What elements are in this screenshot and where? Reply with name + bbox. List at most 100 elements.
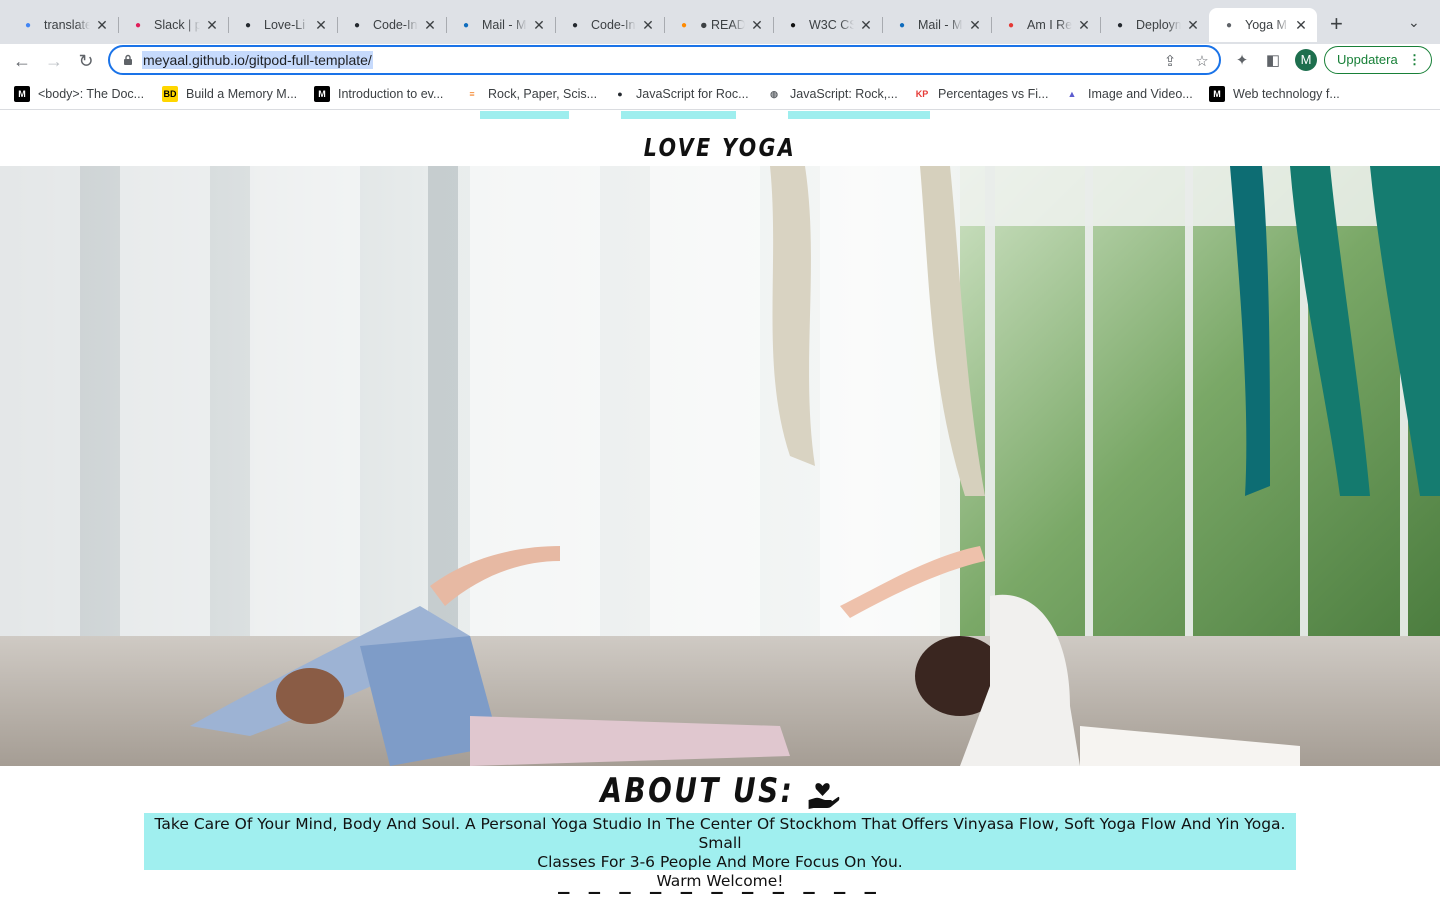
bookmark-label: Web technology f... (1233, 87, 1340, 101)
tab-search-chevron-icon[interactable]: ⌄ (1408, 14, 1420, 31)
tab-title: Mail - M (482, 18, 527, 32)
bookmark-label: Percentages vs Fi... (938, 87, 1049, 101)
bookmark-item[interactable]: ▲ Image and Video... (1064, 86, 1193, 102)
bookmark-item[interactable]: M <body>: The Doc... (14, 86, 144, 102)
gitpod-icon: ● (680, 19, 688, 31)
bookmark-item[interactable]: M Web technology f... (1209, 86, 1340, 102)
browser-toolbar: ← → ↻ meyaal.github.io/gitpod-full-templ… (0, 44, 1440, 78)
bookmark-item[interactable]: ≡ Rock, Paper, Scis... (464, 86, 597, 102)
github-icon: ● (617, 89, 623, 99)
browser-tab[interactable]: ● Slack | p ✕ (118, 8, 229, 42)
bookmark-star-icon[interactable]: ☆ (1193, 52, 1211, 70)
close-tab-icon[interactable]: ✕ (313, 17, 329, 34)
browser-tab[interactable]: ● Mail - M ✕ (882, 8, 992, 42)
tab-title: Slack | p (154, 18, 200, 32)
close-tab-icon[interactable]: ✕ (640, 17, 656, 34)
mdn-icon: M (14, 86, 30, 102)
bookmark-item[interactable]: M Introduction to ev... (314, 86, 443, 102)
forward-arrow-icon[interactable]: → (41, 48, 67, 74)
close-tab-icon[interactable]: ✕ (1185, 17, 1201, 34)
browser-tab[interactable]: ● Am I Re ✕ (991, 8, 1101, 42)
tab-title: translate (44, 18, 90, 32)
close-tab-icon[interactable]: ✕ (858, 17, 874, 34)
globe-icon: ● (1225, 19, 1233, 31)
bookmark-item[interactable]: KP Percentages vs Fi... (914, 86, 1049, 102)
close-tab-icon[interactable]: ✕ (1293, 17, 1309, 34)
bookmark-label: Rock, Paper, Scis... (488, 87, 598, 101)
kp-icon: KP (915, 89, 929, 99)
tab-title: Mail - M (918, 18, 963, 32)
tab-title: ● READ (700, 18, 745, 32)
about-heading-text: ABOUT US: (600, 771, 794, 811)
new-tab-button[interactable]: + (1330, 13, 1343, 35)
next-section-heading-cutoff: ‾ ‾ ‾ ‾ ‾ ‾ ‾ ‾ ‾ ‾ ‾ (0, 890, 1440, 900)
nav-link-home[interactable] (480, 111, 569, 119)
bookmark-item[interactable]: ● JavaScript for Roc... (612, 86, 749, 102)
browser-tab[interactable]: ● translate ✕ (8, 8, 119, 42)
browser-tab[interactable]: ● Mail - M ✕ (446, 8, 556, 42)
tab-title: Code-In (591, 18, 636, 32)
bookmark-label: Image and Video... (1088, 87, 1193, 101)
stackoverflow-icon: ≡ (469, 89, 475, 99)
update-button[interactable]: Uppdatera ⋮ (1324, 46, 1432, 74)
close-tab-icon[interactable]: ✕ (94, 17, 110, 34)
bookmark-label: JavaScript: Rock,... (790, 87, 898, 101)
menu-kebab-icon: ⋮ (1408, 52, 1421, 67)
about-text-line-2: Classes For 3-6 People And More Focus On… (537, 853, 903, 871)
update-label: Uppdatera (1337, 52, 1398, 67)
tab-title: Code-In (373, 18, 418, 32)
slack-icon: ● (134, 19, 142, 31)
bookmark-item[interactable]: ◍ JavaScript: Rock,... (766, 86, 898, 102)
heart-in-hand-icon (808, 783, 840, 809)
browser-tab[interactable]: ● Love-Li ✕ (228, 8, 338, 42)
side-panel-icon[interactable]: ◧ (1262, 50, 1284, 72)
close-tab-icon[interactable]: ✕ (1076, 17, 1092, 34)
profile-avatar[interactable]: M (1295, 49, 1317, 71)
about-text-line-1: Take Care Of Your Mind, Body And Soul. A… (154, 815, 1286, 852)
outlook-icon: ● (462, 19, 470, 31)
site-title: LOVE YOGA (643, 133, 797, 162)
back-arrow-icon[interactable]: ← (9, 48, 35, 74)
about-heading: ABOUT US: (0, 771, 1440, 811)
share-icon[interactable]: ⇪ (1161, 52, 1179, 70)
nav-link-classes[interactable] (621, 111, 736, 119)
globe-icon: ◍ (770, 88, 778, 99)
mdn-icon: M (314, 86, 330, 102)
extensions-puzzle-icon[interactable]: ✦ (1231, 50, 1253, 72)
close-tab-icon[interactable]: ✕ (967, 17, 983, 34)
hero-image (0, 166, 1440, 766)
github-icon: ● (244, 19, 252, 31)
reload-icon[interactable]: ↻ (73, 48, 99, 74)
amiresponsive-icon: ● (1007, 19, 1015, 31)
nav-link-contact[interactable] (788, 111, 930, 119)
tab-title: W3C CS (809, 18, 854, 32)
close-tab-icon[interactable]: ✕ (422, 17, 438, 34)
github-icon: ● (1116, 19, 1124, 31)
browser-tab[interactable]: ● W3C CS ✕ (773, 8, 883, 42)
bookmark-label: <body>: The Doc... (38, 87, 145, 101)
url-text[interactable]: meyaal.github.io/gitpod-full-template/ (142, 51, 373, 69)
w3c-icon: ● (789, 19, 797, 31)
close-tab-icon[interactable]: ✕ (749, 17, 765, 34)
close-tab-icon[interactable]: ✕ (204, 17, 220, 34)
bookmark-item[interactable]: BD Build a Memory M... (162, 86, 297, 102)
tab-strip: ● translate ✕ ● Slack | p ✕ ● Love-Li ✕ ● Code-In ✕… (0, 0, 1440, 44)
browser-tab[interactable]: ● Yoga M ✕ (1209, 8, 1317, 42)
close-tab-icon[interactable]: ✕ (531, 17, 547, 34)
image-icon: ▲ (1067, 89, 1077, 99)
tab-title: Am I Re (1027, 18, 1072, 32)
address-bar[interactable]: meyaal.github.io/gitpod-full-template/ ⇪… (108, 45, 1221, 75)
github-icon: ● (353, 19, 361, 31)
mdn-icon: M (1209, 86, 1225, 102)
github-icon: ● (571, 19, 579, 31)
tab-title: Love-Li (264, 18, 305, 32)
browser-tab[interactable]: ● Deploym ✕ (1100, 8, 1209, 42)
browser-tab[interactable]: ● Code-In ✕ (337, 8, 447, 42)
about-text-box: Take Care Of Your Mind, Body And Soul. A… (144, 813, 1296, 890)
browser-tab[interactable]: ● Code-In ✕ (555, 8, 665, 42)
about-text-line-3: Warm Welcome! (656, 872, 784, 890)
outlook-icon: ● (898, 19, 906, 31)
browser-tab[interactable]: ● ● READ ✕ (664, 8, 774, 42)
bookmark-label: JavaScript for Roc... (636, 87, 749, 101)
tab-title: Yoga M (1245, 18, 1287, 32)
